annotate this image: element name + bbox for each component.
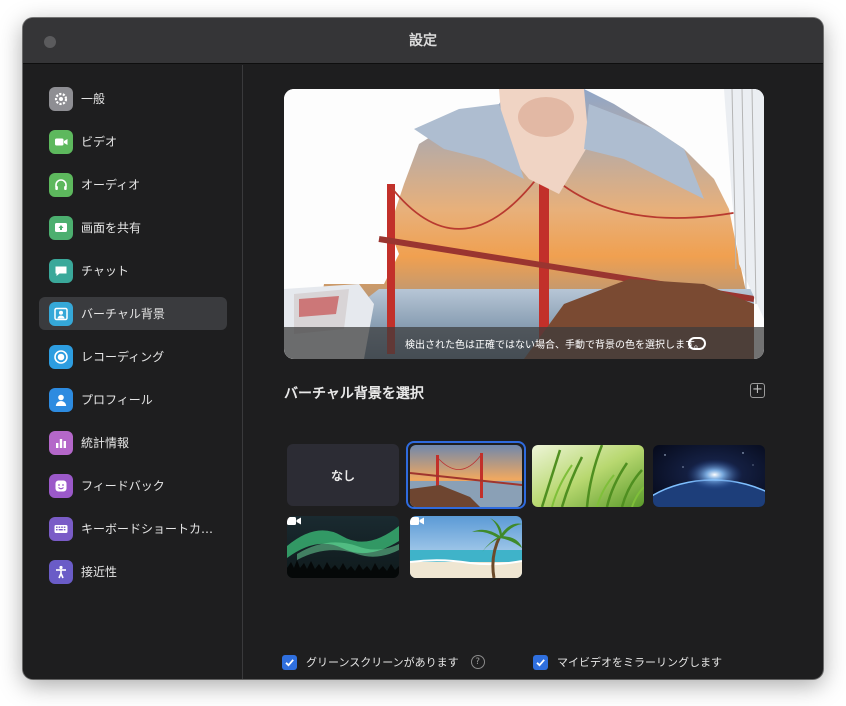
gear-icon	[49, 86, 73, 111]
background-thumb-golden-gate[interactable]	[410, 445, 522, 507]
record-icon	[49, 344, 73, 369]
virtual-background-icon	[49, 301, 73, 326]
share-screen-icon	[49, 215, 73, 240]
sidebar-item-audio[interactable]: オーディオ	[39, 168, 227, 201]
accessibility-icon	[49, 559, 73, 584]
color-picker-icon[interactable]	[688, 337, 706, 350]
mirror-video-option[interactable]: マイビデオをミラーリングします	[533, 654, 722, 670]
keyboard-icon	[49, 516, 73, 541]
settings-window: 設定 一般 ビデオ オーディオ 画面を共有 チャット バーチャル背景 レコーディ…	[23, 18, 823, 679]
help-icon[interactable]: ?	[470, 655, 485, 669]
sidebar-item-chat[interactable]: チャット	[39, 254, 227, 287]
sidebar-item-profile[interactable]: プロフィール	[39, 383, 227, 416]
sidebar-item-label: レコーディング	[81, 350, 165, 364]
smiley-icon	[49, 473, 73, 498]
background-thumb-none[interactable]: なし	[287, 444, 399, 506]
virtual-background-panel: 検出された色は正確ではない場合、手動で背景の色を選択します。 バーチャル背景を選…	[244, 65, 823, 679]
add-background-button[interactable]: +	[750, 383, 765, 398]
green-screen-checkbox[interactable]	[282, 654, 297, 670]
sidebar-item-general[interactable]: 一般	[39, 82, 227, 115]
mirror-video-checkbox[interactable]	[533, 654, 548, 670]
sidebar-item-recording[interactable]: レコーディング	[39, 340, 227, 373]
sidebar-item-label: 統計情報	[81, 436, 130, 450]
background-thumb-aurora[interactable]	[287, 516, 399, 578]
mirror-video-label: マイビデオをミラーリングします	[557, 656, 722, 669]
headphones-icon	[49, 172, 73, 197]
background-none-label: なし	[330, 468, 355, 483]
sidebar-item-video[interactable]: ビデオ	[39, 125, 227, 158]
background-thumb-earth[interactable]	[653, 445, 765, 507]
sidebar-item-label: 一般	[81, 92, 106, 106]
background-thumb-beach[interactable]	[410, 516, 522, 578]
sidebar-item-accessibility[interactable]: 接近性	[39, 555, 227, 588]
video-preview: 検出された色は正確ではない場合、手動で背景の色を選択します。	[284, 89, 764, 359]
settings-sidebar: 一般 ビデオ オーディオ 画面を共有 チャット バーチャル背景 レコーディング …	[23, 65, 243, 679]
sidebar-item-label: ビデオ	[81, 135, 118, 149]
title-bar: 設定	[23, 18, 823, 64]
video-badge-icon	[410, 517, 424, 525]
sidebar-item-label: オーディオ	[81, 178, 141, 192]
checkmark-icon	[536, 658, 545, 667]
preview-image	[284, 89, 764, 359]
sidebar-item-label: プロフィール	[81, 393, 153, 407]
sidebar-item-label: キーボードショートカ…	[81, 522, 214, 536]
sidebar-item-keyboard-shortcuts[interactable]: キーボードショートカ…	[39, 512, 227, 545]
choose-background-heading: バーチャル背景を選択	[284, 386, 424, 402]
chat-bubble-icon	[49, 258, 73, 283]
sidebar-item-label: バーチャル背景	[81, 307, 165, 321]
sidebar-item-label: 画面を共有	[81, 221, 142, 235]
green-screen-option[interactable]: グリーンスクリーンがあります ?	[282, 654, 485, 670]
background-thumb-grass[interactable]	[532, 445, 644, 507]
sidebar-item-statistics[interactable]: 統計情報	[39, 426, 227, 459]
sidebar-item-share-screen[interactable]: 画面を共有	[39, 211, 227, 244]
bar-chart-icon	[49, 430, 73, 455]
checkmark-icon	[285, 658, 294, 667]
sidebar-item-feedback[interactable]: フィードバック	[39, 469, 227, 502]
video-camera-icon	[49, 129, 73, 154]
sidebar-item-virtual-background[interactable]: バーチャル背景	[39, 297, 227, 330]
green-screen-label: グリーンスクリーンがあります	[306, 656, 459, 669]
video-badge-icon	[287, 517, 301, 525]
sidebar-item-label: フィードバック	[81, 479, 165, 493]
sidebar-item-label: チャット	[81, 264, 129, 278]
sidebar-item-label: 接近性	[81, 565, 118, 579]
background-color-hint: 検出された色は正確ではない場合、手動で背景の色を選択します。	[405, 339, 704, 351]
window-title: 設定	[409, 33, 437, 49]
user-icon	[49, 387, 73, 412]
